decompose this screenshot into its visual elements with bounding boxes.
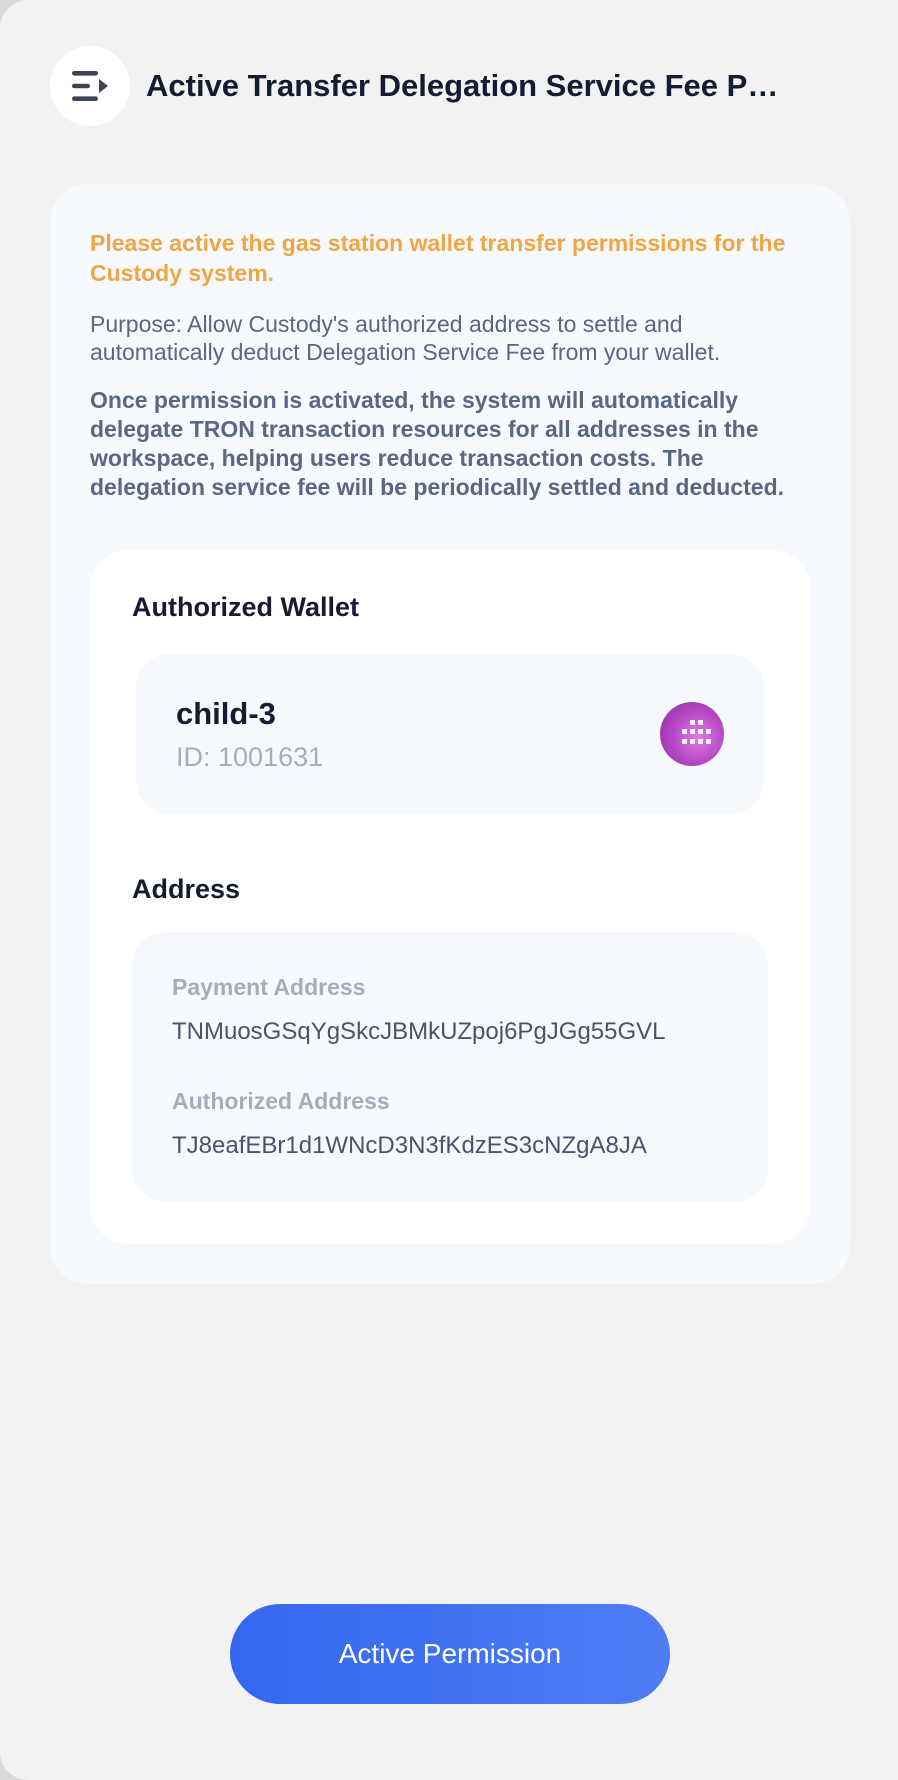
authorized-address-value[interactable]: TJ8eafEBr1d1WNcD3N3fKdzES3cNZgA8JA	[172, 1132, 647, 1160]
permission-screen: Active Transfer Delegation Service Fee P…	[0, 0, 898, 1780]
address-heading: Address	[132, 874, 241, 904]
wallet-card[interactable]: child-3 ID: 1001631	[136, 654, 764, 814]
permission-card: Please active the gas station wallet tra…	[50, 184, 850, 1284]
wallet-avatar-icon	[660, 702, 724, 766]
wallet-name: child-3	[176, 696, 276, 731]
purpose-text: Purpose: Allow Custody's authorized addr…	[90, 311, 721, 365]
menu-collapse-icon	[72, 71, 108, 101]
menu-button[interactable]	[50, 46, 130, 126]
warning-text: Please active the gas station wallet tra…	[90, 230, 786, 286]
page-title: Active Transfer Delegation Service Fee P…	[146, 68, 786, 103]
authorized-address-label: Authorized Address	[172, 1088, 390, 1114]
info-text: Once permission is activated, the system…	[90, 387, 785, 500]
address-card: Payment Address TNMuosGSqYgSkcJBMkUZpoj6…	[132, 932, 768, 1202]
wallet-id: ID: 1001631	[176, 742, 324, 772]
payment-address-label: Payment Address	[172, 974, 366, 1000]
avatar-pixel-pattern-icon	[682, 720, 711, 744]
authorized-wallet-heading: Authorized Wallet	[132, 592, 359, 622]
payment-address-value[interactable]: TNMuosGSqYgSkcJBMkUZpoj6PgJGg55GVL	[172, 1018, 666, 1046]
active-permission-button[interactable]: Active Permission	[230, 1604, 670, 1704]
page-header: Active Transfer Delegation Service Fee P…	[50, 46, 858, 126]
details-panel: Authorized Wallet child-3 ID: 1001631 Ad…	[90, 550, 810, 1244]
